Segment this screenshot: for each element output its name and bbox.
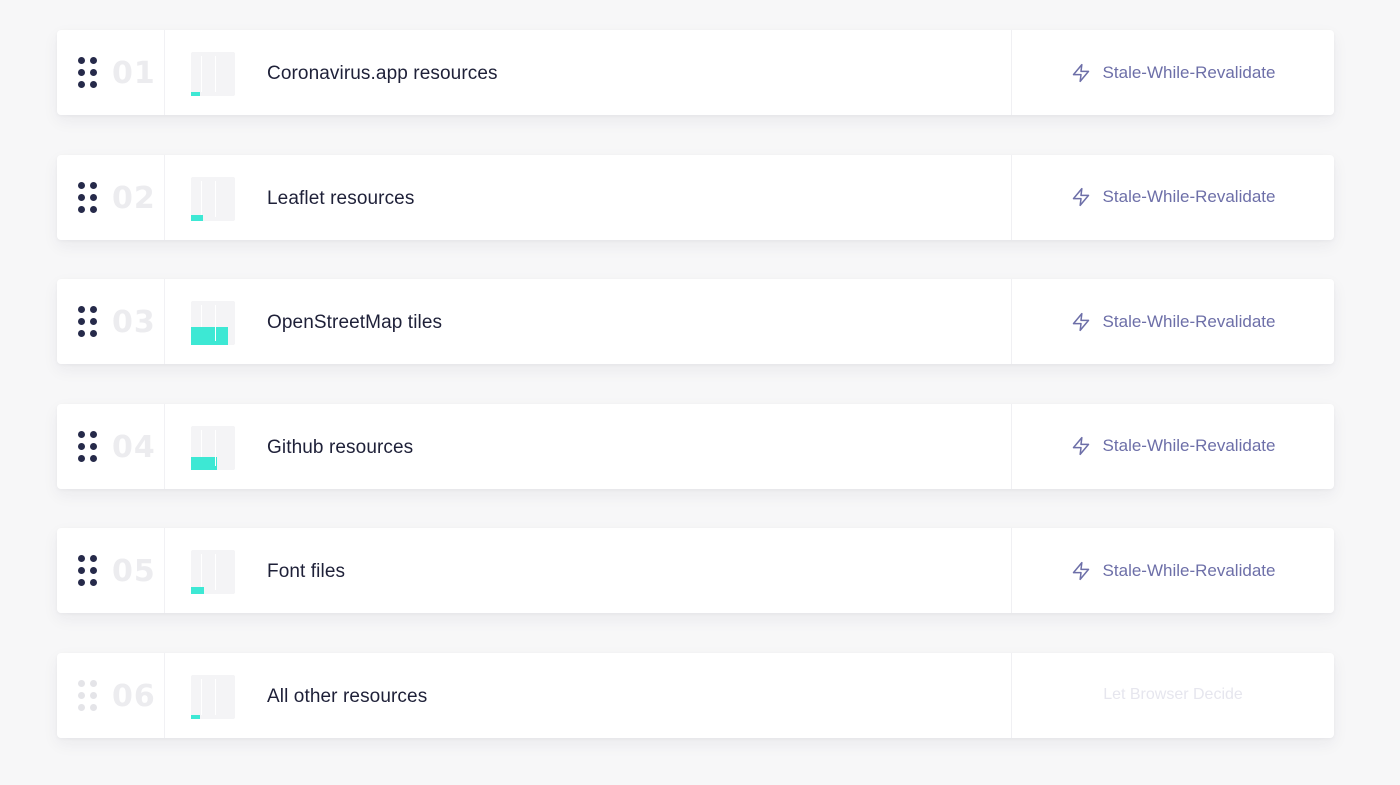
strategy-selector[interactable]: Stale-While-Revalidate	[1012, 279, 1334, 364]
usage-chart-icon	[191, 52, 235, 96]
strategy-label: Let Browser Decide	[1103, 686, 1243, 704]
rule-label: Font files	[267, 561, 346, 583]
cache-rule-row[interactable]: 01 Coronavirus.app resources Stale-While…	[57, 30, 1334, 115]
row-number: 03	[112, 305, 156, 341]
lightning-icon	[1072, 312, 1089, 331]
usage-chart-icon	[191, 301, 235, 346]
rule-label: Github resources	[267, 436, 414, 458]
row-number: 05	[112, 554, 156, 590]
usage-bar-fill	[191, 327, 228, 346]
cache-rule-row[interactable]: 06 All other resources Let Browser Decid…	[57, 652, 1334, 738]
lightning-icon	[1072, 561, 1089, 580]
usage-chart-icon	[191, 425, 235, 470]
cache-rule-row[interactable]: 02 Leaflet resources Stale-While-Revalid…	[57, 154, 1334, 240]
drag-handle-icon[interactable]	[78, 306, 98, 338]
cache-rule-row[interactable]: 05 Font files Stale-While-Revalidate	[57, 528, 1334, 614]
usage-bar-fill	[191, 214, 203, 221]
strategy-label: Stale-While-Revalidate	[1102, 560, 1276, 580]
cache-rule-list: 01 Coronavirus.app resources Stale-While…	[57, 30, 1334, 778]
cache-rule-row[interactable]: 03 OpenStreetMap tiles Stale-While-Reval…	[57, 279, 1334, 365]
rule-label: All other resources	[267, 685, 428, 707]
usage-chart-icon	[191, 176, 235, 221]
strategy-selector[interactable]: Stale-While-Revalidate	[1012, 528, 1334, 613]
divider	[164, 279, 165, 365]
strategy-selector[interactable]: Stale-While-Revalidate	[1012, 30, 1334, 115]
usage-chart-icon	[191, 550, 235, 595]
lightning-icon	[1072, 188, 1089, 207]
usage-bar-fill	[191, 456, 217, 470]
strategy-selector[interactable]: Stale-While-Revalidate	[1012, 155, 1334, 240]
strategy-label: Stale-While-Revalidate	[1102, 62, 1276, 82]
divider	[164, 403, 165, 489]
row-number: 01	[112, 56, 156, 91]
drag-handle-icon[interactable]	[78, 57, 98, 89]
drag-handle-icon[interactable]	[78, 555, 98, 587]
rule-label: Leaflet resources	[267, 187, 415, 209]
usage-chart-icon	[191, 674, 235, 719]
lightning-icon	[1072, 63, 1089, 82]
rule-label: OpenStreetMap tiles	[267, 312, 443, 334]
strategy-label: Stale-While-Revalidate	[1102, 187, 1276, 207]
strategy-selector[interactable]: Let Browser Decide	[1012, 653, 1334, 738]
row-number: 04	[112, 429, 156, 465]
drag-handle-icon[interactable]	[78, 430, 98, 463]
rule-label: Coronavirus.app resources	[267, 63, 498, 84]
usage-bar-fill	[191, 714, 200, 719]
strategy-label: Stale-While-Revalidate	[1102, 311, 1276, 331]
strategy-selector[interactable]: Stale-While-Revalidate	[1012, 404, 1334, 489]
usage-bar-fill	[191, 587, 204, 595]
divider	[164, 154, 165, 240]
drag-handle-icon[interactable]	[78, 679, 98, 712]
drag-handle-icon[interactable]	[78, 181, 98, 214]
divider	[164, 30, 165, 115]
divider	[164, 652, 165, 738]
usage-bar-fill	[191, 92, 200, 96]
lightning-icon	[1072, 437, 1089, 456]
strategy-label: Stale-While-Revalidate	[1102, 436, 1276, 456]
cache-rule-row[interactable]: 04 Github resources Stale-While-Revalida…	[57, 403, 1334, 489]
row-number: 06	[112, 678, 156, 714]
divider	[164, 528, 165, 614]
row-number: 02	[112, 180, 156, 216]
